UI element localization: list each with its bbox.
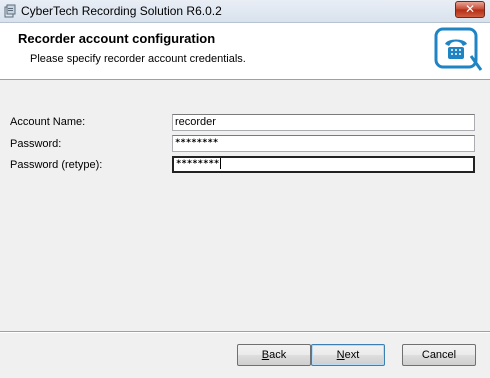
password-field[interactable]: ******** [172, 135, 475, 152]
close-icon: ✕ [464, 2, 476, 16]
title-bar[interactable]: CyberTech Recording Solution R6.0.2 ✕ [0, 0, 490, 23]
installer-window: CyberTech Recording Solution R6.0.2 ✕ Re… [0, 0, 490, 378]
account-name-field[interactable]: recorder [172, 114, 475, 131]
password-retype-field[interactable]: ******** [172, 156, 475, 173]
back-button[interactable]: Back [237, 344, 311, 366]
header-banner: Recorder account configuration Please sp… [0, 23, 490, 80]
next-label-rest: ext [344, 349, 360, 361]
password-label: Password: [10, 138, 62, 150]
cancel-button[interactable]: Cancel [402, 344, 476, 366]
page-title: Recorder account configuration [18, 31, 216, 46]
close-button[interactable]: ✕ [455, 1, 485, 18]
telephone-logo-icon [434, 27, 483, 71]
password-retype-label: Password (retype): [10, 159, 103, 171]
window-title: CyberTech Recording Solution R6.0.2 [21, 4, 222, 18]
footer-separator [0, 331, 490, 333]
password-retype-value: ******** [176, 159, 220, 169]
text-caret [220, 158, 222, 169]
next-mnemonic: N [336, 349, 345, 361]
back-label-rest: ack [269, 349, 287, 361]
account-name-label: Account Name: [10, 116, 86, 128]
installer-app-icon[interactable] [3, 4, 17, 18]
back-mnemonic: B [261, 349, 270, 361]
page-subtitle: Please specify recorder account credenti… [30, 53, 246, 65]
next-button[interactable]: Next [311, 344, 385, 366]
